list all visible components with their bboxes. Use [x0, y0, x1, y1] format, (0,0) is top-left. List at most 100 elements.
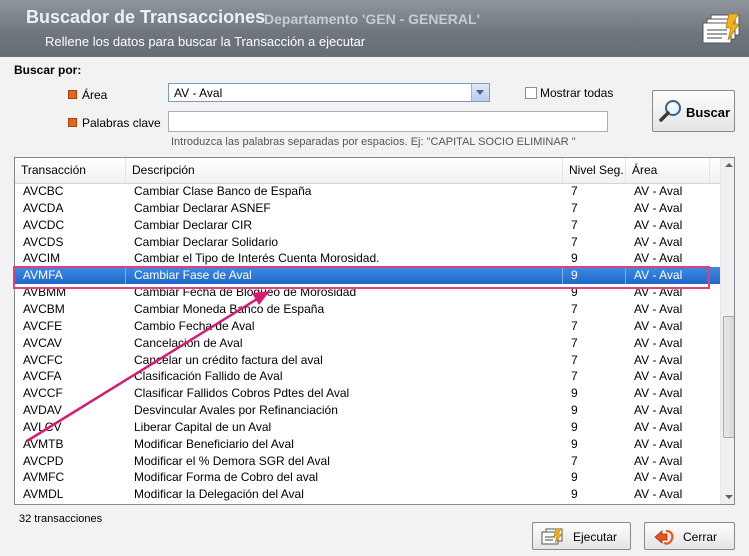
bullet-icon — [68, 90, 77, 99]
table-row[interactable]: AVCDA Cambiar Declarar ASNEF 7 AV - Aval — [15, 200, 720, 217]
table-row[interactable]: AVCPD Modificar el % Demora SGR del Aval 7… — [15, 453, 720, 470]
row-transaction-code: AVCPD — [23, 453, 64, 468]
row-transaction-code: AVLCV — [23, 419, 62, 434]
table-row[interactable]: AVCDC Cambiar Declarar CIR 7 AV - Aval — [15, 217, 720, 234]
row-description: Cambiar Fecha de Bloqueo de Morosidad — [134, 285, 357, 300]
row-transaction-code: AVMTB — [23, 436, 64, 451]
row-transaction-code: AVCFA — [23, 369, 62, 384]
row-description: Modificar el % Demora SGR del Aval — [134, 453, 330, 468]
row-transaction-code: AVMDL — [23, 487, 64, 502]
table-header: Transacción Descripción Nivel Seg. Área — [15, 158, 734, 184]
row-security-level: 7 — [571, 217, 578, 232]
column-header-nivel-seg[interactable]: Nivel Seg. — [563, 158, 626, 183]
keywords-label: Palabras clave — [82, 116, 161, 130]
vertical-scrollbar[interactable] — [720, 158, 734, 504]
transactions-table: Transacción Descripción Nivel Seg. Área … — [14, 157, 735, 505]
row-area: AV - Aval — [634, 285, 683, 300]
table-row[interactable]: AVMTB Modificar Beneficiario del Aval 9 AV … — [15, 436, 720, 453]
row-transaction-code: AVDAV — [23, 403, 62, 418]
row-area: AV - Aval — [634, 318, 683, 333]
row-description: Cancelar un crédito factura del aval — [134, 352, 323, 367]
table-row[interactable]: AVDAV Desvincular Avales por Refinanciaci… — [15, 402, 720, 419]
row-description: Cancelación de Aval — [134, 335, 243, 350]
search-button[interactable]: Buscar — [652, 90, 735, 132]
row-transaction-code: AVCBC — [23, 184, 64, 198]
row-area: AV - Aval — [634, 251, 683, 266]
area-select[interactable]: AV - Aval — [168, 83, 490, 102]
scroll-up-icon[interactable] — [721, 158, 734, 173]
bullet-icon — [68, 118, 77, 127]
row-security-level: 9 — [571, 436, 578, 451]
row-description: Cambio Fecha de Aval — [134, 318, 255, 333]
row-transaction-code: AVCDC — [23, 217, 65, 232]
row-description: Cambiar Declarar ASNEF — [134, 200, 271, 215]
row-area: AV - Aval — [634, 184, 683, 198]
column-header-descripcion[interactable]: Descripción — [126, 158, 563, 183]
table-row[interactable]: AVCCF Clasificar Fallidos Cobros Pdtes de… — [15, 385, 720, 402]
table-row[interactable]: AVMDL Modificar la Delegación del Aval 9 AV… — [15, 486, 720, 503]
table-row[interactable]: AVMFC Modificar Forma de Cobro del aval 9 A… — [15, 469, 720, 486]
transaction-count: 32 transacciones — [19, 513, 103, 525]
table-row[interactable]: AVCDS Cambiar Declarar Solidario 7 AV - Ava… — [15, 234, 720, 251]
column-header-area[interactable]: Área — [626, 158, 710, 183]
row-description: Modificar la Delegación del Aval — [134, 487, 304, 502]
row-transaction-code: AVMFC — [23, 470, 65, 485]
row-description: Cambiar Moneda Banco de España — [134, 301, 325, 316]
close-button[interactable]: Cerrar — [644, 522, 735, 550]
chevron-down-icon[interactable] — [471, 84, 489, 101]
row-area: AV - Aval — [634, 352, 683, 367]
row-transaction-code: AVBMM — [23, 285, 67, 300]
table-row[interactable]: AVCBC Cambiar Clase Banco de España 7 AV - … — [15, 183, 720, 200]
row-description: Cambiar Declarar Solidario — [134, 234, 279, 249]
row-area: AV - Aval — [634, 470, 683, 485]
row-area: AV - Aval — [626, 267, 710, 285]
row-security-level: 7 — [571, 234, 578, 249]
row-description: Cambiar Declarar CIR — [134, 217, 253, 232]
execute-button-label: Ejecutar — [573, 530, 618, 544]
table-row[interactable]: AVBMM Cambiar Fecha de Bloqueo de Morosid… — [15, 284, 720, 301]
table-row[interactable]: AVCBM Cambiar Moneda Banco de España 7 AV -… — [15, 301, 720, 318]
row-security-level: 9 — [571, 285, 578, 300]
table-row[interactable]: AVMFA Cambiar Fase de Aval 9 AV - Aval — [15, 267, 720, 285]
row-area: AV - Aval — [634, 369, 683, 384]
keywords-hint: Introduzca las palabras separadas por es… — [171, 136, 576, 148]
row-area: AV - Aval — [634, 335, 683, 350]
department-label: Departamento 'GEN - GENERAL' — [264, 11, 480, 27]
row-area: AV - Aval — [634, 419, 683, 434]
table-row[interactable]: AVCFA Clasificación Fallido de Aval 7 AV - … — [15, 368, 720, 385]
table-row[interactable]: AVLCV Liberar Capital de un Aval 9 AV - Ava… — [15, 419, 720, 436]
row-security-level: 7 — [571, 369, 578, 384]
row-security-level: 7 — [571, 352, 578, 367]
row-area: AV - Aval — [634, 217, 683, 232]
table-row[interactable]: AVCFE Cambio Fecha de Aval 7 AV - Aval — [15, 318, 720, 335]
row-description: Cambiar el Tipo de Interés Cuenta Morosi… — [134, 251, 380, 266]
window-title: Buscador de Transacciones — [26, 7, 266, 27]
row-area: AV - Aval — [634, 386, 683, 401]
row-transaction-code: AVCIM — [23, 251, 61, 266]
row-description: Modificar Forma de Cobro del aval — [134, 470, 319, 485]
row-security-level: 7 — [571, 335, 578, 350]
execute-button[interactable]: Ejecutar — [532, 522, 631, 550]
row-description: Clasificación Fallido de Aval — [134, 369, 283, 384]
column-header-transaccion[interactable]: Transacción — [15, 158, 126, 183]
row-area: AV - Aval — [634, 403, 683, 418]
row-area: AV - Aval — [634, 301, 683, 316]
row-description: Clasificar Fallidos Cobros Pdtes del Ava… — [134, 386, 350, 401]
row-security-level: 7 — [571, 200, 578, 215]
table-row[interactable]: AVCIM Cambiar el Tipo de Interés Cuenta M… — [15, 250, 720, 267]
row-description: Cambiar Fase de Aval — [126, 267, 563, 285]
row-area: AV - Aval — [634, 487, 683, 502]
execute-card-icon — [541, 528, 563, 545]
row-transaction-code: AVCFC — [23, 352, 63, 367]
scrollbar-thumb[interactable] — [723, 316, 734, 438]
show-all-checkbox[interactable] — [525, 87, 537, 99]
area-select-value: AV - Aval — [174, 86, 223, 100]
table-row[interactable]: AVCAV Cancelación de Aval 7 AV - Aval — [15, 335, 720, 352]
area-label: Área — [82, 88, 108, 102]
scroll-down-icon[interactable] — [721, 489, 734, 504]
row-security-level: 7 — [571, 184, 578, 198]
table-row[interactable]: AVCFC Cancelar un crédito factura del ava… — [15, 352, 720, 369]
row-security-level: 9 — [571, 403, 578, 418]
keywords-input[interactable] — [168, 111, 608, 132]
show-all-label[interactable]: Mostrar todas — [540, 86, 613, 100]
